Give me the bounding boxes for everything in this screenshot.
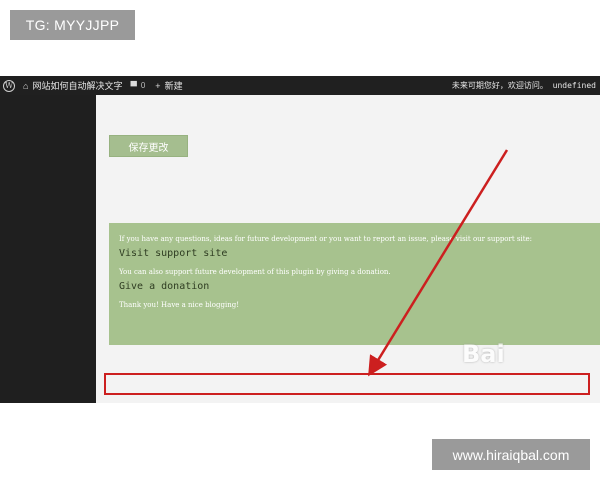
wordpress-logo-icon[interactable]: W [3,79,15,92]
save-changes-button[interactable]: 保存更改 [109,135,188,157]
donate-text: You can also support future development … [119,268,391,276]
plus-icon: + [155,80,161,91]
user-greeting[interactable]: 未来可期您好，欢迎访问。 undefined [452,80,596,91]
site-url-label: www.hiraiqbal.com [452,446,570,463]
comments-count[interactable]: 0 [141,81,145,90]
baidu-watermark: Bai [462,340,505,368]
site-url-badge: www.hiraiqbal.com [432,439,590,470]
highlight-frame [104,373,590,395]
comment-icon[interactable]: ▀ [130,81,136,91]
admin-sidebar [0,95,96,403]
new-content-link[interactable]: 新建 [165,79,183,92]
tg-label: TG: MYYJJPP [25,17,120,33]
main-content: 保存更改 If you have any questions, ideas fo… [96,95,600,403]
home-icon: ⌂ [23,80,29,91]
thanks-text: Thank you! Have a nice blogging! [119,301,240,309]
tg-label-badge: TG: MYYJJPP [10,10,135,40]
site-name-link[interactable]: 网站如何自动解决文字 [32,79,122,92]
screenshot-frame: W ⌂ 网站如何自动解决文字 ▀ 0 + 新建 未来可期您好，欢迎访问。 und… [0,76,600,403]
visit-support-link[interactable]: Visit support site [119,248,590,259]
give-donation-link[interactable]: Give a donation [119,281,590,292]
admin-bar: W ⌂ 网站如何自动解决文字 ▀ 0 + 新建 未来可期您好，欢迎访问。 und… [0,76,600,95]
support-panel: If you have any questions, ideas for fut… [109,223,600,345]
support-intro-text: If you have any questions, ideas for fut… [119,235,533,243]
